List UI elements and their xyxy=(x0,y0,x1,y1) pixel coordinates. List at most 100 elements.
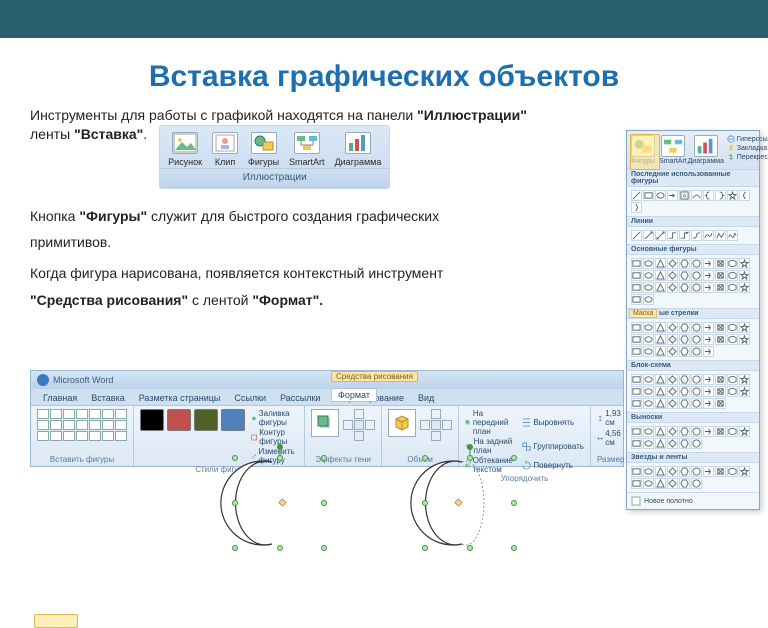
smartart-button[interactable]: SmartArt xyxy=(659,135,687,165)
shape-rbrace2-icon[interactable] xyxy=(631,202,642,213)
shape-item-icon[interactable] xyxy=(679,374,690,385)
shape-item-icon[interactable] xyxy=(739,386,750,397)
shape-item-icon[interactable] xyxy=(631,282,642,293)
shape-elbow-icon[interactable] xyxy=(667,230,678,241)
shape-item-icon[interactable] xyxy=(631,438,642,449)
shape-item-icon[interactable] xyxy=(739,270,750,281)
shape-item-icon[interactable] xyxy=(679,386,690,397)
shape-item-icon[interactable] xyxy=(739,466,750,477)
shape-item-icon[interactable] xyxy=(631,258,642,269)
shape-item-icon[interactable] xyxy=(643,346,654,357)
shape-curve-icon[interactable] xyxy=(691,190,702,201)
shape-oval-icon[interactable] xyxy=(655,190,666,201)
shape-item-icon[interactable] xyxy=(655,398,666,409)
shape-item-icon[interactable] xyxy=(643,258,654,269)
shape-item-icon[interactable] xyxy=(727,322,738,333)
crossref-button[interactable]: Перекрест xyxy=(727,153,768,161)
shape-item-icon[interactable] xyxy=(715,466,726,477)
shape-star-icon[interactable] xyxy=(727,190,738,201)
shape-arrowline-icon[interactable] xyxy=(643,230,654,241)
shape-item-icon[interactable] xyxy=(631,346,642,357)
shape-item-icon[interactable] xyxy=(703,282,714,293)
shape-item-icon[interactable] xyxy=(655,478,666,489)
shape-item-icon[interactable] xyxy=(667,258,678,269)
shape-item-icon[interactable] xyxy=(643,426,654,437)
rotate-handle-icon[interactable] xyxy=(467,444,473,450)
shape-item-icon[interactable] xyxy=(715,282,726,293)
shape-freeform-icon[interactable] xyxy=(715,230,726,241)
shape-item-icon[interactable] xyxy=(655,426,666,437)
shape-item-icon[interactable] xyxy=(631,334,642,345)
chart-button[interactable]: Диаграмма xyxy=(691,135,721,165)
3d-nudge-buttons[interactable] xyxy=(420,409,452,441)
shape-item-icon[interactable] xyxy=(679,426,690,437)
shape-item-icon[interactable] xyxy=(727,282,738,293)
shape-item-icon[interactable] xyxy=(691,398,702,409)
shape-rect-icon[interactable] xyxy=(643,190,654,201)
shape-item-icon[interactable] xyxy=(679,398,690,409)
shape-item-icon[interactable] xyxy=(727,374,738,385)
shape-item-icon[interactable] xyxy=(643,294,654,305)
shape-item-icon[interactable] xyxy=(691,258,702,269)
chart-button[interactable]: Диаграмма xyxy=(333,130,384,168)
shape-item-icon[interactable] xyxy=(703,426,714,437)
shape-item-icon[interactable] xyxy=(703,398,714,409)
shape-item-icon[interactable] xyxy=(655,438,666,449)
shape-item-icon[interactable] xyxy=(691,334,702,345)
shape-item-icon[interactable] xyxy=(691,322,702,333)
shape-item-icon[interactable] xyxy=(691,438,702,449)
new-canvas-button[interactable]: Новое полотно xyxy=(627,492,759,509)
shape-item-icon[interactable] xyxy=(715,258,726,269)
shape-item-icon[interactable] xyxy=(715,386,726,397)
shape-item-icon[interactable] xyxy=(643,466,654,477)
shape-curve2-icon[interactable] xyxy=(703,230,714,241)
shape-item-icon[interactable] xyxy=(739,374,750,385)
shape-item-icon[interactable] xyxy=(691,466,702,477)
shape-item-icon[interactable] xyxy=(715,374,726,385)
shapes-button[interactable]: Фигуры xyxy=(631,135,655,165)
shape-item-icon[interactable] xyxy=(727,426,738,437)
shape-item-icon[interactable] xyxy=(727,270,738,281)
shape-arrow-icon[interactable] xyxy=(667,190,678,201)
shape-curve1-icon[interactable] xyxy=(691,230,702,241)
shape-elbow-arrow-icon[interactable] xyxy=(679,230,690,241)
shape-item-icon[interactable] xyxy=(703,374,714,385)
shape-item-icon[interactable] xyxy=(739,322,750,333)
shape-item-icon[interactable] xyxy=(667,386,678,397)
shape-item-icon[interactable] xyxy=(727,258,738,269)
shape-item-icon[interactable] xyxy=(631,374,642,385)
shape-item-icon[interactable] xyxy=(655,322,666,333)
shape-item-icon[interactable] xyxy=(739,334,750,345)
shape-item-icon[interactable] xyxy=(655,270,666,281)
shape-item-icon[interactable] xyxy=(655,374,666,385)
shape-lbrace2-icon[interactable] xyxy=(739,190,750,201)
shadow-nudge-buttons[interactable] xyxy=(343,409,375,441)
shape-item-icon[interactable] xyxy=(631,386,642,397)
shape-item-icon[interactable] xyxy=(667,270,678,281)
shape-item-icon[interactable] xyxy=(703,322,714,333)
shape-item-icon[interactable] xyxy=(631,398,642,409)
tab-home[interactable]: Главная xyxy=(37,391,83,405)
adjust-handle-icon[interactable] xyxy=(455,499,462,506)
office-button-icon[interactable] xyxy=(37,374,49,386)
tab-view[interactable]: Вид xyxy=(412,391,440,405)
shape-item-icon[interactable] xyxy=(739,426,750,437)
shape-item-icon[interactable] xyxy=(703,258,714,269)
shape-item-icon[interactable] xyxy=(679,270,690,281)
tab-format[interactable]: Формат xyxy=(331,388,377,402)
bookmark-button[interactable]: Закладка xyxy=(727,144,768,152)
shape-item-icon[interactable] xyxy=(727,466,738,477)
shape-item-icon[interactable] xyxy=(643,398,654,409)
shape-item-icon[interactable] xyxy=(715,270,726,281)
align-button[interactable]: Выровнять xyxy=(522,409,584,436)
shape-item-icon[interactable] xyxy=(667,438,678,449)
shape-item-icon[interactable] xyxy=(643,374,654,385)
picture-button[interactable]: Рисунок xyxy=(166,130,204,168)
rotate-handle-icon[interactable] xyxy=(277,444,283,450)
shape-line-icon[interactable] xyxy=(631,190,642,201)
shape-item-icon[interactable] xyxy=(667,282,678,293)
shape-rbrace-icon[interactable] xyxy=(715,190,726,201)
shape-item-icon[interactable] xyxy=(691,282,702,293)
shape-item-icon[interactable] xyxy=(691,374,702,385)
shape-item-icon[interactable] xyxy=(667,398,678,409)
